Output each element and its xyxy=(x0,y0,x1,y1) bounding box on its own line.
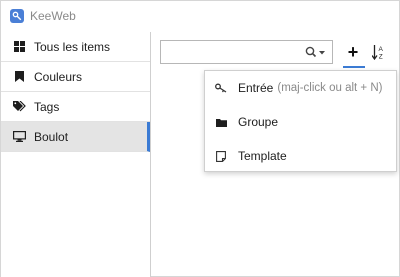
menu-item-new-template[interactable]: Template xyxy=(205,139,396,173)
menu-item-shortcut-hint: (maj-click ou alt + N) xyxy=(277,82,383,94)
main-panel: + A Z Entrée (maj-click ou alt + N) Grou… xyxy=(151,32,399,277)
add-button-active-indicator xyxy=(343,66,365,68)
sidebar-item-tags[interactable]: Tags xyxy=(1,92,150,122)
menu-item-new-entry[interactable]: Entrée (maj-click ou alt + N) xyxy=(205,71,396,105)
monitor-icon xyxy=(13,130,26,143)
caret-down-icon xyxy=(319,51,325,55)
menu-item-label: Template xyxy=(238,149,287,163)
search-input[interactable] xyxy=(165,42,309,64)
search-options-button[interactable] xyxy=(305,46,327,59)
app-title: KeeWeb xyxy=(30,9,76,23)
menu-item-label: Entrée xyxy=(238,81,274,95)
sidebar: Tous les items Couleurs Tags Boulot xyxy=(1,32,151,277)
svg-text:Z: Z xyxy=(379,54,383,61)
sticky-note-icon xyxy=(215,150,227,162)
title-bar: KeeWeb xyxy=(1,1,399,31)
add-menu-dropdown: Entrée (maj-click ou alt + N) Groupe Tem… xyxy=(204,70,397,172)
sort-alpha-icon: A Z xyxy=(372,45,384,61)
menu-item-label: Groupe xyxy=(238,115,279,129)
grid-icon xyxy=(13,40,26,53)
svg-text:A: A xyxy=(379,46,384,53)
sidebar-item-label: Couleurs xyxy=(34,69,83,84)
search-box xyxy=(160,40,333,64)
sidebar-item-colors[interactable]: Couleurs xyxy=(1,62,150,92)
sidebar-item-boulot[interactable]: Boulot xyxy=(1,122,150,152)
menu-item-new-group[interactable]: Groupe xyxy=(205,105,396,139)
key-icon xyxy=(215,82,227,94)
sidebar-item-label: Tags xyxy=(34,99,60,114)
bookmark-icon xyxy=(13,70,26,83)
sidebar-item-all-items[interactable]: Tous les items xyxy=(1,32,150,62)
app-window: KeeWeb Tous les items Couleurs Tags Boul… xyxy=(0,0,400,277)
folder-icon xyxy=(215,116,227,128)
sidebar-item-label: Boulot xyxy=(34,129,69,144)
sidebar-item-label: Tous les items xyxy=(34,39,111,54)
keeweb-logo-icon xyxy=(10,9,24,23)
tags-icon xyxy=(13,100,26,113)
sort-button[interactable]: A Z xyxy=(371,42,387,62)
add-button[interactable]: + xyxy=(345,42,361,62)
search-icon xyxy=(305,46,317,58)
